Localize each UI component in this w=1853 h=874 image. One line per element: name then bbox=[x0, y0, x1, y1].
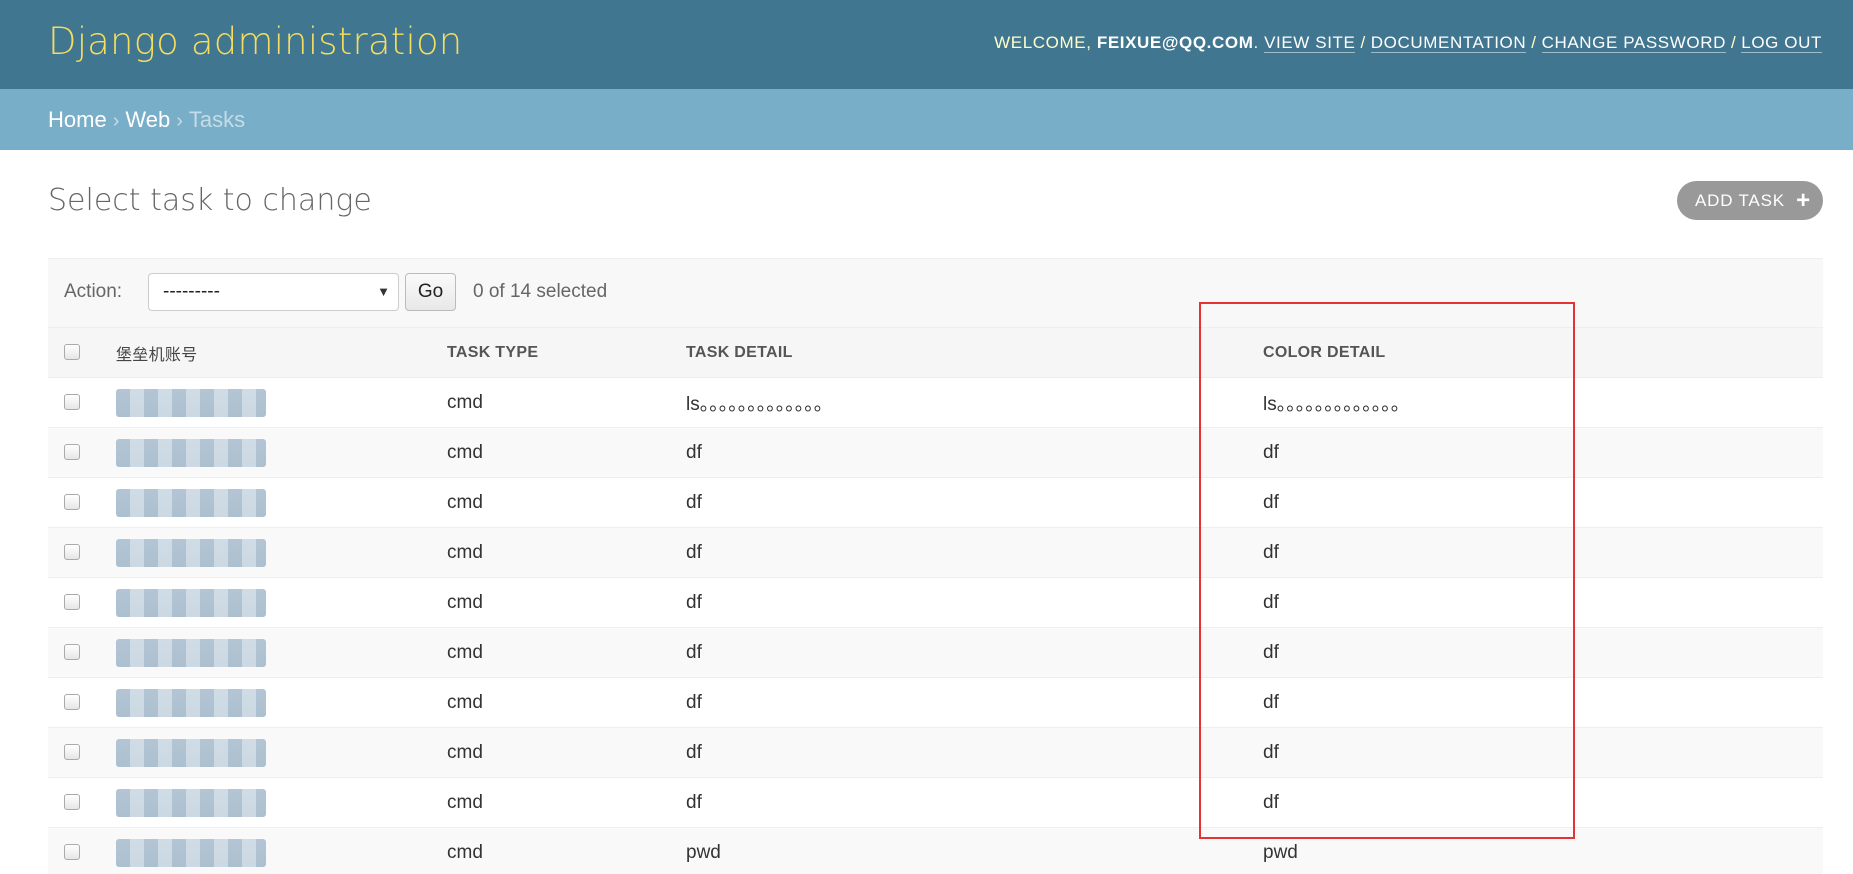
table-row: cmd df df bbox=[48, 677, 1823, 728]
redacted-account-link[interactable] bbox=[116, 588, 266, 617]
breadcrumb-arrow: › bbox=[176, 110, 183, 132]
change-password-link[interactable]: CHANGE PASSWORD bbox=[1541, 33, 1726, 53]
task-detail-cell: df bbox=[672, 577, 1249, 628]
user-tools: WELCOME, FEIXUE@QQ.COM. VIEW SITE / DOCUME… bbox=[994, 33, 1822, 53]
row-checkbox[interactable] bbox=[64, 644, 80, 661]
add-task-button[interactable]: ADD TASK + bbox=[1677, 181, 1823, 220]
logout-link[interactable]: LOG OUT bbox=[1741, 33, 1822, 53]
task-detail-cell: df bbox=[672, 527, 1249, 578]
row-checkbox[interactable] bbox=[64, 844, 80, 861]
breadcrumb-home[interactable]: Home bbox=[48, 107, 107, 132]
select-all-cell bbox=[48, 327, 100, 378]
task-type-cell: cmd bbox=[433, 477, 672, 528]
task-type-cell: cmd bbox=[433, 577, 672, 628]
go-button[interactable]: Go bbox=[405, 273, 456, 311]
row-checkbox[interactable] bbox=[64, 494, 80, 511]
action-select[interactable]: --------- ▼ bbox=[148, 273, 399, 311]
separator: / bbox=[1531, 33, 1537, 52]
color-detail-cell: df bbox=[1249, 777, 1823, 828]
task-detail-cell: df bbox=[672, 777, 1249, 828]
site-header: Django administration WELCOME, FEIXUE@QQ… bbox=[0, 0, 1853, 89]
redacted-account-link[interactable] bbox=[116, 838, 266, 867]
redacted-account-link[interactable] bbox=[116, 638, 266, 667]
username: FEIXUE@QQ.COM bbox=[1096, 33, 1254, 52]
breadcrumb-current: Tasks bbox=[188, 107, 246, 132]
chevron-down-icon: ▼ bbox=[377, 284, 390, 299]
separator: / bbox=[1360, 33, 1366, 52]
task-detail-cell: df bbox=[672, 627, 1249, 678]
results-table: 堡垒机账号 TASK TYPE TASK DETAIL COLOR DETAIL… bbox=[48, 327, 1823, 874]
table-row: cmd df df bbox=[48, 577, 1823, 628]
task-detail-cell: ls。。。。。。。。。。。。。 bbox=[672, 377, 1249, 428]
color-detail-cell: df bbox=[1249, 627, 1823, 678]
table-row: cmd df df bbox=[48, 477, 1823, 528]
breadcrumb: Home › Web › Tasks bbox=[0, 89, 1853, 150]
table-row: cmd ls。。。。。。。。。。。。。 ls。。。。。。。。。。。。。 bbox=[48, 377, 1823, 428]
column-header-task-detail[interactable]: TASK DETAIL bbox=[672, 327, 1249, 378]
color-detail-cell: df bbox=[1249, 427, 1823, 478]
task-type-cell: cmd bbox=[433, 677, 672, 728]
row-checkbox[interactable] bbox=[64, 744, 80, 761]
table-row: cmd df df bbox=[48, 777, 1823, 828]
column-header-task-type[interactable]: TASK TYPE bbox=[433, 327, 672, 378]
task-type-cell: cmd bbox=[433, 377, 672, 428]
username-suffix: . bbox=[1253, 33, 1259, 52]
site-name[interactable]: Django administration bbox=[48, 20, 462, 63]
table-row: cmd df df bbox=[48, 627, 1823, 678]
separator: / bbox=[1730, 33, 1737, 52]
column-header-color-detail[interactable]: COLOR DETAIL bbox=[1249, 327, 1823, 378]
color-detail-cell: df bbox=[1249, 677, 1823, 728]
redacted-account-link[interactable] bbox=[116, 538, 266, 567]
redacted-account-link[interactable] bbox=[116, 388, 266, 417]
breadcrumb-arrow: › bbox=[112, 110, 120, 132]
action-select-value: --------- bbox=[163, 281, 220, 302]
color-detail-cell: df bbox=[1249, 727, 1823, 778]
actions-bar: Action: --------- ▼ Go 0 of 14 selected bbox=[48, 258, 1823, 327]
add-task-label: ADD TASK bbox=[1695, 191, 1785, 210]
task-type-cell: cmd bbox=[433, 727, 672, 778]
color-detail-cell: pwd bbox=[1249, 827, 1823, 874]
color-detail-cell: ls。。。。。。。。。。。。。 bbox=[1249, 377, 1823, 428]
task-detail-cell: df bbox=[672, 427, 1249, 478]
task-type-cell: cmd bbox=[433, 527, 672, 578]
table-row: cmd df df bbox=[48, 527, 1823, 578]
task-type-cell: cmd bbox=[433, 827, 672, 874]
select-all-checkbox[interactable] bbox=[64, 344, 80, 361]
task-detail-cell: df bbox=[672, 677, 1249, 728]
task-type-cell: cmd bbox=[433, 627, 672, 678]
task-type-cell: cmd bbox=[433, 777, 672, 828]
row-checkbox[interactable] bbox=[64, 544, 80, 561]
row-checkbox[interactable] bbox=[64, 694, 80, 711]
row-checkbox[interactable] bbox=[64, 794, 80, 811]
row-checkbox[interactable] bbox=[64, 394, 80, 411]
table-row: cmd pwd pwd bbox=[48, 827, 1823, 874]
table-header-row: 堡垒机账号 TASK TYPE TASK DETAIL COLOR DETAIL bbox=[48, 327, 1823, 378]
selection-counter: 0 of 14 selected bbox=[473, 281, 608, 302]
row-checkbox[interactable] bbox=[64, 594, 80, 611]
color-detail-cell: df bbox=[1249, 577, 1823, 628]
color-detail-cell: df bbox=[1249, 527, 1823, 578]
documentation-link[interactable]: DOCUMENTATION bbox=[1370, 33, 1527, 53]
redacted-account-link[interactable] bbox=[116, 438, 266, 467]
plus-icon: + bbox=[1796, 187, 1811, 214]
redacted-account-link[interactable] bbox=[116, 488, 266, 517]
task-detail-cell: df bbox=[672, 477, 1249, 528]
page-title: Select task to change bbox=[48, 183, 372, 218]
column-header-account[interactable]: 堡垒机账号 bbox=[100, 327, 433, 378]
color-detail-cell: df bbox=[1249, 477, 1823, 528]
redacted-account-link[interactable] bbox=[116, 738, 266, 767]
redacted-account-link[interactable] bbox=[116, 688, 266, 717]
welcome-text: WELCOME, bbox=[994, 33, 1097, 52]
redacted-account-link[interactable] bbox=[116, 788, 266, 817]
table-row: cmd df df bbox=[48, 427, 1823, 478]
row-checkbox[interactable] bbox=[64, 444, 80, 461]
view-site-link[interactable]: VIEW SITE bbox=[1264, 33, 1356, 53]
task-type-cell: cmd bbox=[433, 427, 672, 478]
table-row: cmd df df bbox=[48, 727, 1823, 778]
action-label: Action: bbox=[64, 281, 123, 302]
breadcrumb-web[interactable]: Web bbox=[125, 107, 170, 132]
task-detail-cell: df bbox=[672, 727, 1249, 778]
task-detail-cell: pwd bbox=[672, 827, 1249, 874]
